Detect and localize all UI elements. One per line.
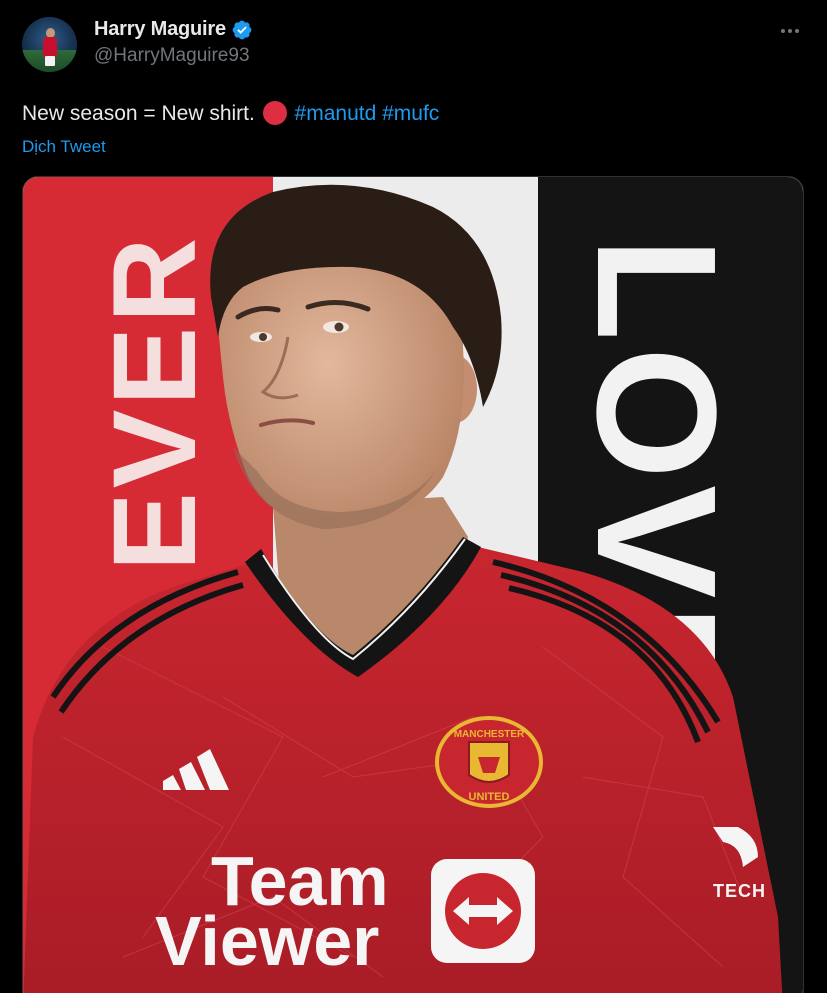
teamviewer-logo-icon <box>431 859 535 963</box>
tweet-photo[interactable]: & EVER LOVE MANCHESTER UNITED Team Viewe… <box>22 176 804 993</box>
crest-bottom-text: UNITED <box>469 791 510 803</box>
tweet: Harry Maguire @HarryMaguire93 New season… <box>0 0 827 993</box>
sleeve-sponsor-text: TECH <box>713 881 766 901</box>
red-circle-emoji-icon <box>262 101 287 125</box>
photo-illustration: & EVER LOVE MANCHESTER UNITED Team Viewe… <box>23 177 803 993</box>
more-options-icon[interactable] <box>779 20 801 42</box>
hashtag-manutd[interactable]: #manutd <box>295 102 377 125</box>
user-handle[interactable]: @HarryMaguire93 <box>94 45 253 67</box>
crest-top-text: MANCHESTER <box>454 729 525 740</box>
hashtag-mufc[interactable]: #mufc <box>382 102 439 125</box>
avatar-player-legs <box>45 56 55 66</box>
tweet-text-main: New season = New shirt. <box>22 102 255 125</box>
translate-tweet-link[interactable]: Dịch Tweet <box>22 137 106 157</box>
avatar[interactable] <box>22 17 77 72</box>
user-block: Harry Maguire @HarryMaguire93 <box>94 18 253 67</box>
avatar-player-body <box>43 37 57 57</box>
sponsor-line2: Viewer <box>155 902 379 980</box>
club-crest: MANCHESTER UNITED <box>435 716 543 808</box>
name-row: Harry Maguire <box>94 18 253 41</box>
tweet-text: New season = New shirt. #manutd #mufc <box>22 101 439 127</box>
display-name[interactable]: Harry Maguire <box>94 18 226 41</box>
verified-badge-icon <box>231 19 253 41</box>
